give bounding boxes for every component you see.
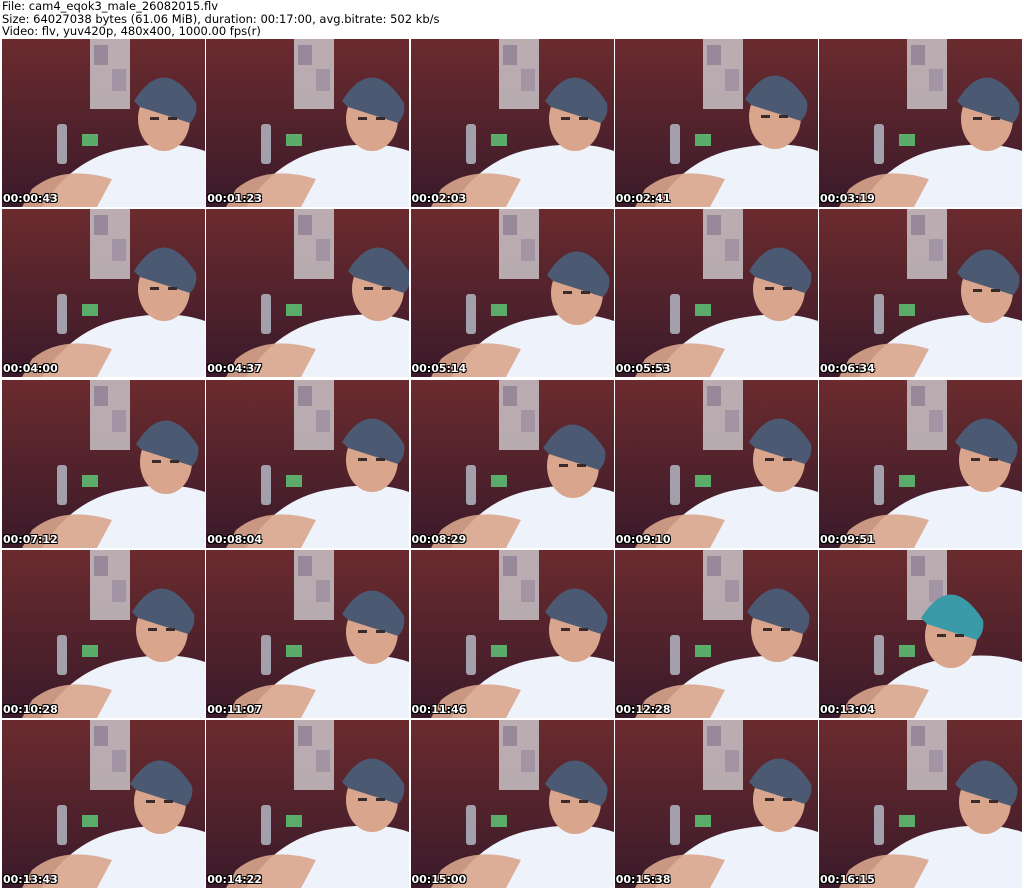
video-thumbnail[interactable]: 00:08:04 — [206, 379, 410, 548]
file-info-header: File: cam4_eqok3_male_26082015.flv Size:… — [2, 0, 1022, 38]
video-thumbnail[interactable]: 00:01:23 — [206, 39, 410, 207]
video-thumbnail[interactable]: 00:14:22 — [206, 720, 410, 888]
thumbnail-image — [819, 209, 1022, 378]
video-thumbnail[interactable]: 00:15:00 — [410, 720, 614, 888]
thumbnail-image — [819, 379, 1022, 548]
thumbnail-timestamp: 00:11:07 — [207, 702, 262, 716]
video-thumbnail[interactable]: 00:04:00 — [2, 209, 205, 378]
thumbnail-image — [410, 379, 614, 548]
thumbnail-image — [2, 549, 205, 718]
thumbnail-timestamp: 00:09:51 — [820, 532, 875, 546]
video-thumbnail[interactable]: 00:05:14 — [410, 209, 614, 378]
video-thumbnail[interactable]: 00:10:28 — [2, 549, 205, 718]
thumbnail-image — [2, 209, 205, 378]
video-thumbnail[interactable]: 00:03:19 — [819, 39, 1022, 207]
thumbnail-image — [614, 379, 818, 548]
video-thumbnail[interactable]: 00:16:15 — [819, 720, 1022, 888]
thumbnail-image — [2, 379, 205, 548]
video-thumbnail[interactable]: 00:06:34 — [819, 209, 1022, 378]
thumbnail-timestamp: 00:11:46 — [411, 702, 467, 716]
thumbnail-image — [206, 209, 410, 378]
thumbnail-timestamp: 00:05:53 — [615, 362, 671, 376]
thumbnail-timestamp: 00:02:41 — [615, 192, 671, 205]
thumbnail-timestamp: 00:08:29 — [411, 532, 467, 546]
thumbnail-timestamp: 00:01:23 — [207, 192, 262, 205]
video-thumbnail[interactable]: 00:13:04 — [819, 549, 1022, 718]
thumbnail-image — [614, 720, 818, 888]
thumbnail-image — [206, 379, 410, 548]
thumbnail-image — [819, 720, 1022, 888]
thumbnail-image — [206, 720, 410, 888]
video-thumbnail[interactable]: 00:00:43 — [2, 39, 205, 207]
thumbnail-timestamp: 00:12:28 — [615, 702, 671, 716]
thumbnail-image — [410, 549, 614, 718]
thumbnail-timestamp: 00:10:28 — [3, 702, 58, 716]
thumbnail-image — [206, 39, 410, 207]
thumbnail-image — [206, 549, 410, 718]
video-thumbnail[interactable]: 00:13:43 — [2, 720, 205, 888]
thumbnail-timestamp: 00:14:22 — [207, 873, 262, 886]
thumbnail-timestamp: 00:06:34 — [820, 362, 875, 376]
thumbnail-image — [819, 39, 1022, 207]
video-thumbnail[interactable]: 00:08:29 — [410, 379, 614, 548]
thumbnail-timestamp: 00:04:00 — [3, 362, 58, 376]
thumbnail-timestamp: 00:00:43 — [3, 192, 58, 205]
thumbnail-image — [410, 39, 614, 207]
thumbnail-timestamp: 00:13:04 — [820, 702, 875, 716]
thumbnail-timestamp: 00:15:38 — [615, 873, 671, 886]
file-name-line: File: cam4_eqok3_male_26082015.flv — [2, 0, 219, 13]
video-thumbnail[interactable]: 00:05:53 — [614, 209, 818, 378]
thumbnail-timestamp: 00:13:43 — [3, 873, 58, 886]
thumbnail-image — [614, 39, 818, 207]
thumbnail-image — [410, 209, 614, 378]
video-thumbnail[interactable]: 00:11:46 — [410, 549, 614, 718]
video-info-line: Video: flv, yuv420p, 480x400, 1000.00 fp… — [2, 24, 261, 38]
video-thumbnail[interactable]: 00:02:41 — [614, 39, 818, 207]
thumbnail-timestamp: 00:05:14 — [411, 362, 467, 376]
thumbnail-image — [2, 39, 205, 207]
video-thumbnail[interactable]: 00:04:37 — [206, 209, 410, 378]
video-thumbnail[interactable]: 00:09:51 — [819, 379, 1022, 548]
video-thumbnail[interactable]: 00:15:38 — [614, 720, 818, 888]
thumbnail-image — [614, 209, 818, 378]
thumbnail-timestamp: 00:04:37 — [207, 362, 262, 376]
video-thumbnail[interactable]: 00:02:03 — [410, 39, 614, 207]
thumbnail-grid: 00:00:43 00:01:23 00:02:03 00:02:41 00:03:19… — [2, 39, 1022, 888]
video-thumbnail[interactable]: 00:12:28 — [614, 549, 818, 718]
video-thumbnail[interactable]: 00:09:10 — [614, 379, 818, 548]
thumbnail-timestamp: 00:02:03 — [411, 192, 467, 205]
thumbnail-timestamp: 00:03:19 — [820, 192, 875, 205]
video-thumbnail[interactable]: 00:11:07 — [206, 549, 410, 718]
thumbnail-image — [819, 549, 1022, 718]
thumbnail-timestamp: 00:07:12 — [3, 532, 58, 546]
thumbnail-timestamp: 00:09:10 — [615, 532, 671, 546]
thumbnail-image — [410, 720, 614, 888]
thumbnail-timestamp: 00:08:04 — [207, 532, 262, 546]
thumbnail-image — [2, 720, 205, 888]
video-thumbnail[interactable]: 00:07:12 — [2, 379, 205, 548]
thumbnail-timestamp: 00:15:00 — [411, 873, 467, 886]
thumbnail-timestamp: 00:16:15 — [820, 873, 875, 886]
thumbnail-image — [614, 549, 818, 718]
